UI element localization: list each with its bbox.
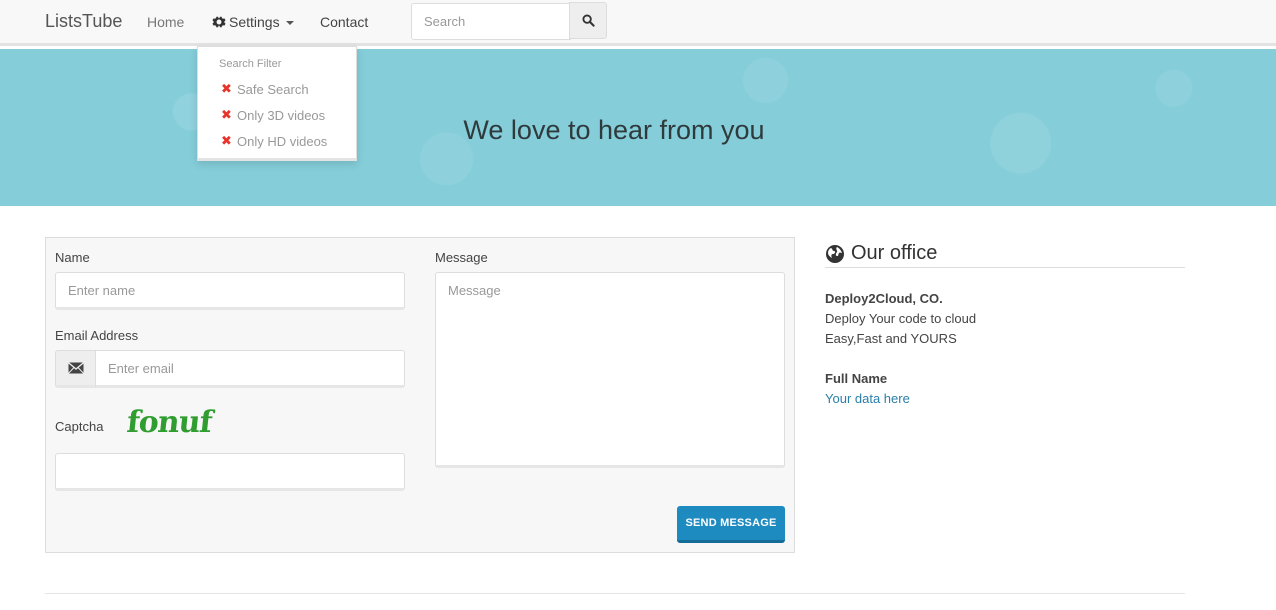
footer-divider	[45, 593, 1185, 594]
captcha-label: Captcha	[55, 419, 104, 434]
cross-icon: ✖	[221, 81, 232, 96]
captcha-image: fonuf	[125, 405, 214, 440]
dropdown-item-safe-search[interactable]: ✖ Safe Search	[221, 81, 309, 97]
caret-down-icon	[285, 21, 294, 25]
envelope-icon	[68, 362, 84, 374]
search-input[interactable]	[411, 3, 571, 40]
search-icon	[581, 14, 595, 27]
email-label: Email Address	[55, 328, 139, 343]
company-line-1: Deploy Your code to cloud	[825, 311, 977, 326]
office-title: Our office	[851, 242, 938, 264]
company-name: Deploy2Cloud, CO.	[825, 291, 943, 306]
company-line-2: Easy,Fast and YOURS	[825, 331, 957, 346]
send-message-button[interactable]: SEND MESSAGE	[677, 506, 785, 543]
cross-icon: ✖	[221, 107, 232, 122]
dropdown-header: Search Filter	[219, 58, 282, 70]
message-label: Message	[435, 250, 488, 265]
nav-settings-label: Settings	[229, 14, 280, 30]
nav-contact[interactable]: Contact	[320, 14, 368, 30]
hero-banner: We love to hear from you	[0, 49, 1276, 206]
globe-icon	[826, 244, 844, 263]
gear-icon	[212, 16, 226, 28]
nav-home[interactable]: Home	[147, 14, 184, 30]
cross-icon: ✖	[221, 133, 232, 148]
dropdown-item-label: Only HD videos	[237, 133, 328, 149]
settings-dropdown: Search Filter ✖ Safe Search ✖ Only 3D vi…	[197, 46, 357, 161]
nav-settings[interactable]: Settings	[212, 14, 294, 30]
name-label: Name	[55, 250, 90, 265]
brand-logo[interactable]: ListsTube	[45, 11, 122, 32]
dropdown-item-label: Only 3D videos	[237, 107, 326, 123]
search-button[interactable]	[569, 2, 607, 39]
hero-title: We love to hear from you	[463, 115, 765, 145]
navbar: ListsTube Home Settings Contact	[0, 0, 1276, 46]
office-heading: Our office	[825, 240, 1185, 268]
dropdown-item-3d-videos[interactable]: ✖ Only 3D videos	[221, 107, 325, 123]
dropdown-item-label: Safe Search	[237, 81, 309, 97]
dropdown-item-hd-videos[interactable]: ✖ Only HD videos	[221, 133, 327, 149]
message-textarea[interactable]	[435, 272, 785, 468]
email-input[interactable]	[95, 350, 405, 388]
full-name-value[interactable]: Your data here	[825, 391, 910, 406]
name-input[interactable]	[55, 272, 405, 310]
captcha-input[interactable]	[55, 453, 405, 491]
full-name-label: Full Name	[825, 371, 888, 386]
email-addon	[55, 350, 96, 388]
